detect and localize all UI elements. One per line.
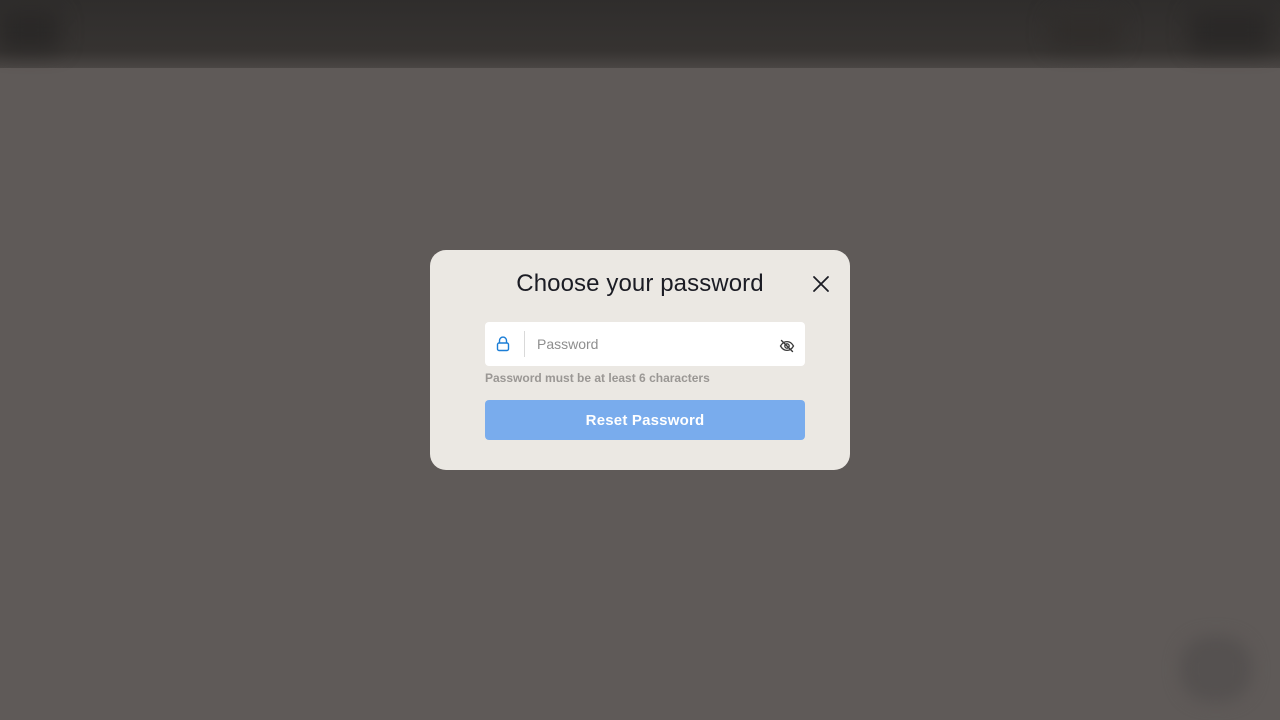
field-divider: [524, 331, 525, 357]
blurred-chat-widget: [1180, 636, 1252, 702]
blurred-logo: [0, 10, 60, 50]
password-input[interactable]: [537, 333, 767, 355]
reset-password-button[interactable]: Reset Password: [485, 400, 805, 440]
close-icon: [813, 276, 829, 292]
blurred-header-avatar: [1190, 10, 1270, 50]
lock-icon: [496, 336, 510, 352]
blurred-app-header: [0, 0, 1280, 68]
modal-title: Choose your password: [516, 270, 764, 297]
toggle-password-visibility-button[interactable]: [777, 336, 797, 356]
blurred-header-control: [1050, 12, 1120, 48]
password-hint: Password must be at least 6 characters: [485, 371, 710, 385]
eye-off-icon: [779, 339, 795, 353]
close-button[interactable]: [808, 271, 834, 297]
